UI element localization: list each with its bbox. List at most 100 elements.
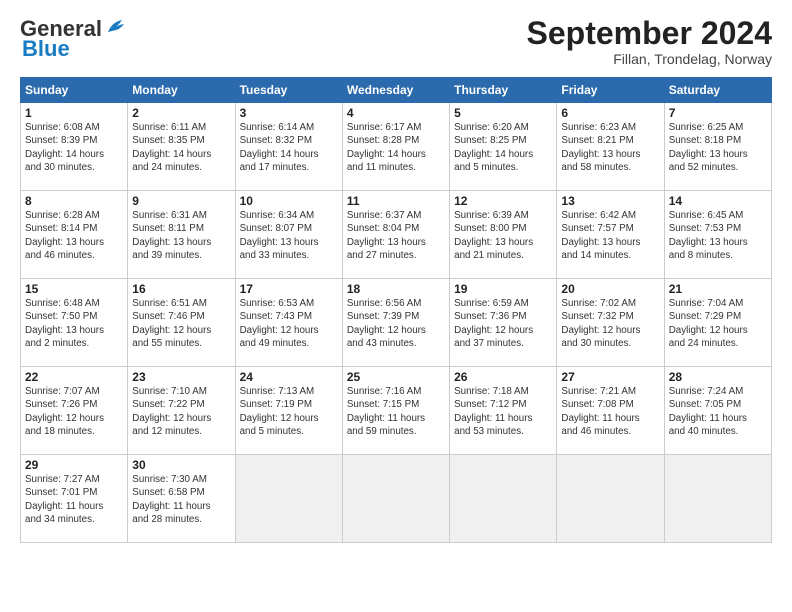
table-row: 4Sunrise: 6:17 AM Sunset: 8:28 PM Daylig… — [342, 103, 449, 191]
table-row — [450, 455, 557, 543]
day-detail: Sunrise: 6:14 AM Sunset: 8:32 PM Dayligh… — [240, 121, 338, 174]
table-row: 21Sunrise: 7:04 AM Sunset: 7:29 PM Dayli… — [664, 279, 771, 367]
table-row: 25Sunrise: 7:16 AM Sunset: 7:15 PM Dayli… — [342, 367, 449, 455]
table-row: 1Sunrise: 6:08 AM Sunset: 8:39 PM Daylig… — [21, 103, 128, 191]
day-number: 4 — [347, 106, 445, 120]
logo: General Blue — [20, 16, 126, 62]
day-number: 16 — [132, 282, 230, 296]
day-number: 30 — [132, 458, 230, 472]
table-row: 7Sunrise: 6:25 AM Sunset: 8:18 PM Daylig… — [664, 103, 771, 191]
day-number: 8 — [25, 194, 123, 208]
calendar-header-row: Sunday Monday Tuesday Wednesday Thursday… — [21, 78, 772, 103]
table-row: 28Sunrise: 7:24 AM Sunset: 7:05 PM Dayli… — [664, 367, 771, 455]
day-number: 13 — [561, 194, 659, 208]
day-detail: Sunrise: 7:07 AM Sunset: 7:26 PM Dayligh… — [25, 385, 123, 438]
calendar-title: September 2024 — [527, 16, 772, 51]
day-detail: Sunrise: 6:08 AM Sunset: 8:39 PM Dayligh… — [25, 121, 123, 174]
table-row: 19Sunrise: 6:59 AM Sunset: 7:36 PM Dayli… — [450, 279, 557, 367]
day-detail: Sunrise: 7:10 AM Sunset: 7:22 PM Dayligh… — [132, 385, 230, 438]
day-number: 29 — [25, 458, 123, 472]
day-detail: Sunrise: 7:21 AM Sunset: 7:08 PM Dayligh… — [561, 385, 659, 438]
day-number: 21 — [669, 282, 767, 296]
day-number: 23 — [132, 370, 230, 384]
day-detail: Sunrise: 6:25 AM Sunset: 8:18 PM Dayligh… — [669, 121, 767, 174]
table-row: 9Sunrise: 6:31 AM Sunset: 8:11 PM Daylig… — [128, 191, 235, 279]
table-row — [557, 455, 664, 543]
table-row: 5Sunrise: 6:20 AM Sunset: 8:25 PM Daylig… — [450, 103, 557, 191]
col-sunday: Sunday — [21, 78, 128, 103]
table-row: 26Sunrise: 7:18 AM Sunset: 7:12 PM Dayli… — [450, 367, 557, 455]
day-detail: Sunrise: 6:31 AM Sunset: 8:11 PM Dayligh… — [132, 209, 230, 262]
table-row: 23Sunrise: 7:10 AM Sunset: 7:22 PM Dayli… — [128, 367, 235, 455]
day-number: 22 — [25, 370, 123, 384]
table-row: 29Sunrise: 7:27 AM Sunset: 7:01 PM Dayli… — [21, 455, 128, 543]
table-row: 10Sunrise: 6:34 AM Sunset: 8:07 PM Dayli… — [235, 191, 342, 279]
day-number: 7 — [669, 106, 767, 120]
title-block: September 2024 Fillan, Trondelag, Norway — [527, 16, 772, 67]
calendar-week-row: 22Sunrise: 7:07 AM Sunset: 7:26 PM Dayli… — [21, 367, 772, 455]
calendar-week-row: 1Sunrise: 6:08 AM Sunset: 8:39 PM Daylig… — [21, 103, 772, 191]
day-number: 14 — [669, 194, 767, 208]
day-number: 19 — [454, 282, 552, 296]
table-row: 12Sunrise: 6:39 AM Sunset: 8:00 PM Dayli… — [450, 191, 557, 279]
table-row: 14Sunrise: 6:45 AM Sunset: 7:53 PM Dayli… — [664, 191, 771, 279]
day-detail: Sunrise: 6:37 AM Sunset: 8:04 PM Dayligh… — [347, 209, 445, 262]
col-wednesday: Wednesday — [342, 78, 449, 103]
day-detail: Sunrise: 6:51 AM Sunset: 7:46 PM Dayligh… — [132, 297, 230, 350]
table-row: 20Sunrise: 7:02 AM Sunset: 7:32 PM Dayli… — [557, 279, 664, 367]
day-number: 18 — [347, 282, 445, 296]
day-detail: Sunrise: 7:02 AM Sunset: 7:32 PM Dayligh… — [561, 297, 659, 350]
table-row: 2Sunrise: 6:11 AM Sunset: 8:35 PM Daylig… — [128, 103, 235, 191]
day-number: 6 — [561, 106, 659, 120]
table-row: 24Sunrise: 7:13 AM Sunset: 7:19 PM Dayli… — [235, 367, 342, 455]
day-number: 27 — [561, 370, 659, 384]
day-detail: Sunrise: 7:18 AM Sunset: 7:12 PM Dayligh… — [454, 385, 552, 438]
day-detail: Sunrise: 6:45 AM Sunset: 7:53 PM Dayligh… — [669, 209, 767, 262]
day-detail: Sunrise: 7:16 AM Sunset: 7:15 PM Dayligh… — [347, 385, 445, 438]
table-row — [235, 455, 342, 543]
table-row: 30Sunrise: 7:30 AM Sunset: 6:58 PM Dayli… — [128, 455, 235, 543]
day-number: 24 — [240, 370, 338, 384]
day-number: 5 — [454, 106, 552, 120]
day-detail: Sunrise: 7:30 AM Sunset: 6:58 PM Dayligh… — [132, 473, 230, 526]
day-number: 3 — [240, 106, 338, 120]
day-number: 9 — [132, 194, 230, 208]
day-number: 12 — [454, 194, 552, 208]
day-detail: Sunrise: 6:34 AM Sunset: 8:07 PM Dayligh… — [240, 209, 338, 262]
calendar-table: Sunday Monday Tuesday Wednesday Thursday… — [20, 77, 772, 543]
table-row: 15Sunrise: 6:48 AM Sunset: 7:50 PM Dayli… — [21, 279, 128, 367]
day-number: 1 — [25, 106, 123, 120]
calendar-week-row: 29Sunrise: 7:27 AM Sunset: 7:01 PM Dayli… — [21, 455, 772, 543]
calendar-subtitle: Fillan, Trondelag, Norway — [527, 51, 772, 67]
day-number: 20 — [561, 282, 659, 296]
day-detail: Sunrise: 6:42 AM Sunset: 7:57 PM Dayligh… — [561, 209, 659, 262]
day-number: 28 — [669, 370, 767, 384]
logo-blue: Blue — [22, 36, 70, 62]
table-row: 3Sunrise: 6:14 AM Sunset: 8:32 PM Daylig… — [235, 103, 342, 191]
table-row: 27Sunrise: 7:21 AM Sunset: 7:08 PM Dayli… — [557, 367, 664, 455]
col-saturday: Saturday — [664, 78, 771, 103]
day-detail: Sunrise: 6:59 AM Sunset: 7:36 PM Dayligh… — [454, 297, 552, 350]
day-number: 25 — [347, 370, 445, 384]
col-monday: Monday — [128, 78, 235, 103]
table-row: 13Sunrise: 6:42 AM Sunset: 7:57 PM Dayli… — [557, 191, 664, 279]
table-row: 22Sunrise: 7:07 AM Sunset: 7:26 PM Dayli… — [21, 367, 128, 455]
day-number: 15 — [25, 282, 123, 296]
page-header: General Blue September 2024 Fillan, Tron… — [20, 16, 772, 67]
day-detail: Sunrise: 6:11 AM Sunset: 8:35 PM Dayligh… — [132, 121, 230, 174]
table-row: 6Sunrise: 6:23 AM Sunset: 8:21 PM Daylig… — [557, 103, 664, 191]
day-number: 11 — [347, 194, 445, 208]
day-detail: Sunrise: 7:27 AM Sunset: 7:01 PM Dayligh… — [25, 473, 123, 526]
day-detail: Sunrise: 6:20 AM Sunset: 8:25 PM Dayligh… — [454, 121, 552, 174]
day-detail: Sunrise: 6:48 AM Sunset: 7:50 PM Dayligh… — [25, 297, 123, 350]
day-number: 26 — [454, 370, 552, 384]
col-friday: Friday — [557, 78, 664, 103]
table-row: 11Sunrise: 6:37 AM Sunset: 8:04 PM Dayli… — [342, 191, 449, 279]
day-number: 17 — [240, 282, 338, 296]
day-detail: Sunrise: 6:23 AM Sunset: 8:21 PM Dayligh… — [561, 121, 659, 174]
col-thursday: Thursday — [450, 78, 557, 103]
table-row — [664, 455, 771, 543]
day-detail: Sunrise: 7:13 AM Sunset: 7:19 PM Dayligh… — [240, 385, 338, 438]
table-row: 8Sunrise: 6:28 AM Sunset: 8:14 PM Daylig… — [21, 191, 128, 279]
calendar-week-row: 15Sunrise: 6:48 AM Sunset: 7:50 PM Dayli… — [21, 279, 772, 367]
